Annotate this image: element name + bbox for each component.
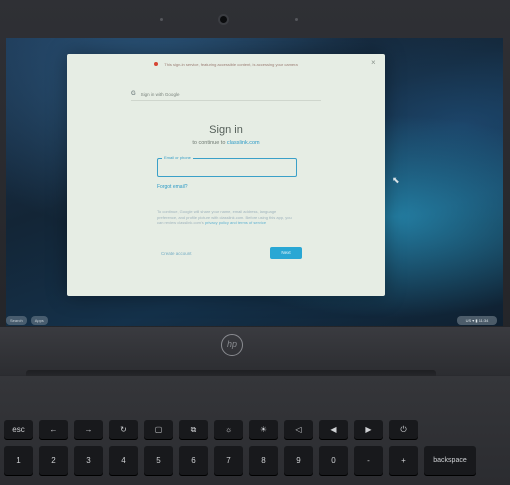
keyboard-key[interactable]: 0 (319, 446, 348, 476)
sign-in-subtitle: to continue to classlink.com (67, 140, 385, 146)
google-g-icon: G (131, 91, 136, 97)
number-key-row: 1 2 3 4 5 6 7 8 9 0- + backspace (4, 446, 476, 476)
keyboard-key[interactable]: 1 (4, 446, 33, 476)
function-key-row: esc ← → ↻ ▢ ⧉ ☼ ☀ ◁ ◀ ▶ ⏻ (4, 420, 418, 440)
hp-logo: hp (221, 334, 243, 356)
keyboard-key[interactable]: ↻ (109, 420, 138, 440)
keyboard-key[interactable]: 2 (39, 446, 68, 476)
keyboard-key[interactable]: ← (39, 420, 68, 440)
bezel-sensor-dot (295, 18, 298, 21)
keyboard-key[interactable]: + (389, 446, 418, 476)
keyboard-key[interactable]: 5 (144, 446, 173, 476)
recording-icon (154, 62, 159, 66)
email-field[interactable]: Email or phone (157, 155, 297, 177)
keyboard-key[interactable]: 8 (249, 446, 278, 476)
keyboard-key[interactable]: ▢ (144, 420, 173, 440)
google-bar-label: Sign in with Google (140, 91, 180, 97)
keyboard-key[interactable]: 9 (284, 446, 313, 476)
keyboard-key[interactable]: ▶ (354, 420, 383, 440)
subtitle-link[interactable]: classlink.com (227, 140, 260, 146)
laptop-lower-bezel (0, 327, 510, 375)
mouse-cursor-icon: ⬉ (392, 175, 400, 185)
keyboard-key[interactable]: 7 (214, 446, 243, 476)
keyboard-key[interactable]: 3 (74, 446, 103, 476)
keyboard-key[interactable]: ◁ (284, 420, 313, 440)
keyboard-key[interactable]: 6 (179, 446, 208, 476)
page-title: Sign in (209, 124, 243, 136)
sign-in-dialog: This sign-in service, featuring accessib… (67, 54, 385, 296)
subtitle-prefix: to continue to (192, 140, 227, 146)
chromeos-screen: This sign-in service, featuring accessib… (6, 38, 503, 326)
consent-info: To continue, Google will share your name… (157, 209, 297, 226)
privacy-terms-link[interactable]: privacy policy and terms of service (205, 220, 266, 225)
keyboard-key[interactable]: ◀ (319, 420, 348, 440)
keyboard-key[interactable]: backspace (424, 446, 476, 476)
keyboard-key[interactable]: 4 (109, 446, 138, 476)
next-button[interactable]: Next (270, 247, 302, 259)
keyboard-key[interactable]: - (354, 446, 383, 476)
keyboard-key[interactable]: ⧉ (179, 420, 208, 440)
bezel-sensor-dot (160, 18, 163, 21)
google-sign-in-bar: G Sign in with Google (131, 88, 321, 101)
close-icon[interactable]: × (371, 59, 379, 67)
shelf-left: Search Apps (6, 316, 48, 325)
keyboard-key[interactable]: esc (4, 420, 33, 440)
webcam (218, 14, 229, 25)
status-tray[interactable]: US ▾ ▮ 11:34 (457, 316, 497, 325)
create-account-link[interactable]: Create account (161, 251, 192, 256)
apps-button[interactable]: Apps (30, 316, 48, 325)
keyboard-key[interactable]: ☼ (214, 420, 243, 440)
email-field-label: Email or phone (162, 155, 193, 160)
keyboard-key[interactable]: ⏻ (389, 420, 418, 440)
launcher-button[interactable]: Search (6, 316, 27, 325)
camera-notice-text: This sign-in service, featuring accessib… (164, 61, 298, 67)
keyboard-key[interactable]: ☀ (249, 420, 278, 440)
camera-notice-bar: This sign-in service, featuring accessib… (67, 54, 385, 74)
keyboard-key[interactable]: → (74, 420, 103, 440)
forgot-email-link[interactable]: Forgot email? (157, 184, 188, 190)
photo-of-laptop: This sign-in service, featuring accessib… (0, 0, 510, 485)
